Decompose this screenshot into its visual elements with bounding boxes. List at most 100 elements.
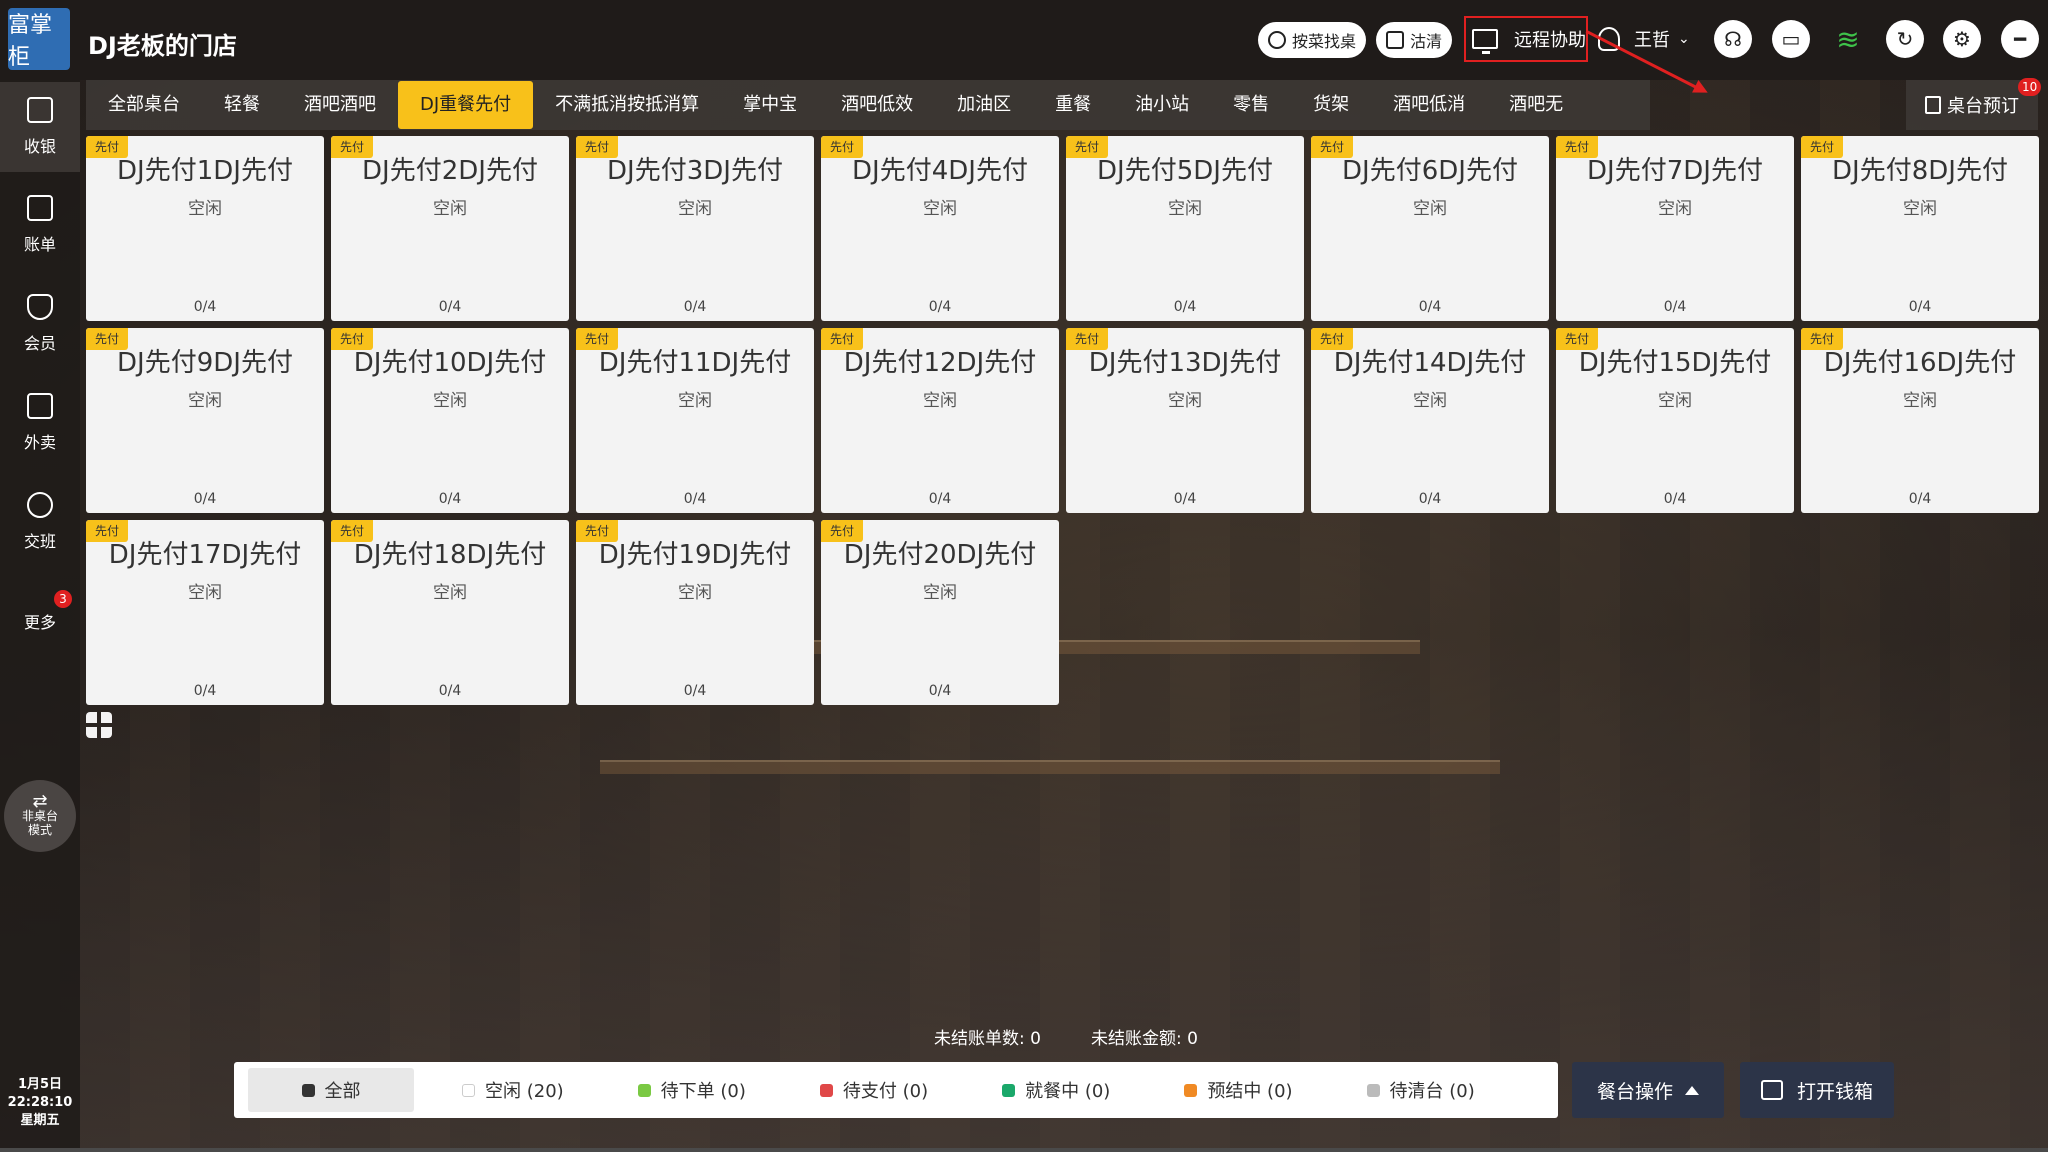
remote-assist-button[interactable]: 远程协助 [1464, 16, 1588, 62]
sidebar-item-label: 外卖 [23, 433, 56, 452]
sidebar-item-members[interactable]: 会员 [0, 279, 80, 369]
table-card[interactable]: 先付 DJ先付17DJ先付 空闲 0/4 [86, 520, 324, 705]
sidebar-item-delivery[interactable]: 外卖 [0, 378, 80, 468]
table-card[interactable]: 先付 DJ先付7DJ先付 空闲 0/4 [1556, 136, 1794, 321]
table-name: DJ先付2DJ先付 [362, 156, 538, 186]
tab-item[interactable]: 不满抵消按抵消算 [533, 81, 721, 129]
sidebar-item-label: 更多 [23, 613, 56, 632]
status-filter-item[interactable]: 空闲 (20) [442, 1068, 584, 1112]
weekday: 星期五 [20, 1113, 60, 1128]
search-dish-button[interactable]: 按菜找桌 [1258, 22, 1367, 58]
tab-item[interactable]: 酒吧酒吧 [282, 81, 398, 129]
table-status: 空闲 [433, 199, 467, 219]
table-seats: 0/4 [928, 683, 952, 699]
sidebar-item-label: 收银 [23, 137, 56, 156]
settings-icon[interactable]: ⚙ [1943, 20, 1981, 58]
tab-item[interactable]: 油小站 [1113, 81, 1211, 129]
table-seats: 0/4 [683, 491, 707, 507]
table-card[interactable]: 先付 DJ先付20DJ先付 空闲 0/4 [821, 520, 1059, 705]
clean-button[interactable]: 沽清 [1376, 22, 1453, 58]
clean-label: 沽清 [1410, 32, 1443, 51]
tab-item[interactable]: 货架 [1291, 81, 1371, 129]
remote-assist-label: 远程协助 [1514, 30, 1586, 51]
table-card[interactable]: 先付 DJ先付15DJ先付 空闲 0/4 [1556, 328, 1794, 513]
status-filter-label: 就餐中 (0) [1025, 1081, 1111, 1102]
table-name: DJ先付10DJ先付 [353, 348, 547, 378]
table-name: DJ先付3DJ先付 [607, 156, 783, 186]
area-tabs: 全部桌台 轻餐 酒吧酒吧 DJ重餐先付 不满抵消按抵消算 掌中宝 酒吧低效 加油区 重餐 油小站零… [86, 80, 1650, 130]
open-drawer-button[interactable]: 打开钱箱 [1740, 1062, 1894, 1118]
table-card[interactable]: 先付 DJ先付16DJ先付 空闲 0/4 [1801, 328, 2039, 513]
user-menu[interactable]: 王哲 ⌄ [1598, 26, 1690, 52]
status-filter-item[interactable]: 待下单 (0) [618, 1068, 766, 1112]
table-name: DJ先付5DJ先付 [1097, 156, 1273, 186]
tab-item[interactable]: DJ重餐先付 [398, 81, 534, 129]
tab-item[interactable]: 轻餐 [202, 81, 282, 129]
table-status: 空闲 [923, 583, 957, 603]
table-card[interactable]: 先付 DJ先付6DJ先付 空闲 0/4 [1311, 136, 1549, 321]
tab-item[interactable]: 零售 [1211, 81, 1291, 129]
status-filter-item[interactable]: 全部 [248, 1068, 414, 1112]
table-name: DJ先付19DJ先付 [598, 540, 792, 570]
table-card[interactable]: 先付 DJ先付18DJ先付 空闲 0/4 [331, 520, 569, 705]
table-card[interactable]: 先付 DJ先付2DJ先付 空闲 0/4 [331, 136, 569, 321]
status-color-dot [301, 1083, 315, 1097]
table-reservation-button[interactable]: 桌台预订 10 [1906, 78, 2042, 130]
table-seats: 0/4 [1418, 299, 1442, 315]
sidebar: 收银 账单 会员 外卖 交班 更多 3 ⇄ 非桌台 模式 [0, 80, 112, 1152]
table-card[interactable]: 先付 DJ先付11DJ先付 空闲 0/4 [576, 328, 814, 513]
sidebar-item-bills[interactable]: 账单 [0, 180, 80, 270]
table-card[interactable]: 先付 DJ先付8DJ先付 空闲 0/4 [1801, 136, 2039, 321]
status-filter-item[interactable]: 预结中 (0) [1164, 1068, 1312, 1112]
table-ops-label: 餐台操作 [1596, 1080, 1673, 1103]
status-filter-item[interactable]: 待支付 (0) [800, 1068, 948, 1112]
tab-item[interactable]: 加油区 [935, 81, 1033, 129]
mode-label-line1: 非桌台 [21, 809, 58, 823]
table-seats: 0/4 [193, 299, 217, 315]
order-summary: 未结账单数: 0 未结账金额: 0 [934, 1024, 1198, 1049]
table-seats: 0/4 [928, 299, 952, 315]
refresh-icon[interactable]: ↻ [1886, 20, 1924, 58]
table-card[interactable]: 先付 DJ先付10DJ先付 空闲 0/4 [331, 328, 569, 513]
bill-icon [27, 195, 53, 221]
table-ops-button[interactable]: 餐台操作 [1572, 1062, 1724, 1118]
table-status: 空闲 [1168, 199, 1202, 219]
status-filter-label: 全部 [324, 1081, 361, 1102]
sidebar-item-label: 会员 [23, 334, 56, 353]
table-seats: 0/4 [1173, 491, 1197, 507]
minimize-icon[interactable]: ━ [2001, 20, 2039, 58]
unsettled-amount: 未结账金额: 0 [1090, 1029, 1198, 1049]
table-status: 空闲 [433, 583, 467, 603]
sidebar-item-shift[interactable]: 交班 [0, 477, 80, 567]
bottom-scrollbar[interactable] [0, 1148, 2048, 1152]
status-filter-item[interactable]: 待清台 (0) [1347, 1068, 1495, 1112]
tab-item[interactable]: 全部桌台 [86, 81, 202, 129]
table-card[interactable]: 先付 DJ先付13DJ先付 空闲 0/4 [1066, 328, 1304, 513]
table-card[interactable]: 先付 DJ先付12DJ先付 空闲 0/4 [821, 328, 1059, 513]
headset-icon[interactable]: ☊ [1714, 20, 1752, 58]
mode-toggle-button[interactable]: ⇄ 非桌台 模式 [4, 780, 76, 852]
sidebar-item-cashier[interactable]: 收银 [0, 82, 80, 172]
person-icon [27, 492, 53, 518]
tab-item[interactable]: 酒吧无 [1487, 81, 1585, 129]
table-card[interactable]: 先付 DJ先付5DJ先付 空闲 0/4 [1066, 136, 1304, 321]
wifi-icon[interactable]: ≋ [1829, 20, 1867, 58]
table-card[interactable]: 先付 DJ先付3DJ先付 空闲 0/4 [576, 136, 814, 321]
table-card[interactable]: 先付 DJ先付19DJ先付 空闲 0/4 [576, 520, 814, 705]
tab-item[interactable]: 掌中宝 [721, 81, 819, 129]
sidebar-item-more[interactable]: 更多 3 [0, 576, 112, 738]
table-card[interactable]: 先付 DJ先付14DJ先付 空闲 0/4 [1311, 328, 1549, 513]
diamond-icon [27, 294, 53, 320]
tab-item[interactable]: 重餐 [1033, 81, 1113, 129]
status-filter-item[interactable]: 就餐中 (0) [982, 1068, 1130, 1112]
table-seats: 0/4 [1418, 491, 1442, 507]
table-seats: 0/4 [438, 491, 462, 507]
display-icon[interactable]: ▭ [1772, 20, 1810, 58]
table-card[interactable]: 先付 DJ先付1DJ先付 空闲 0/4 [86, 136, 324, 321]
open-drawer-label: 打开钱箱 [1796, 1080, 1873, 1103]
tab-item[interactable]: 酒吧低消 [1371, 81, 1487, 129]
status-color-dot [1366, 1083, 1380, 1097]
tab-item[interactable]: 酒吧低效 [819, 81, 935, 129]
table-card[interactable]: 先付 DJ先付4DJ先付 空闲 0/4 [821, 136, 1059, 321]
table-card[interactable]: 先付 DJ先付9DJ先付 空闲 0/4 [86, 328, 324, 513]
